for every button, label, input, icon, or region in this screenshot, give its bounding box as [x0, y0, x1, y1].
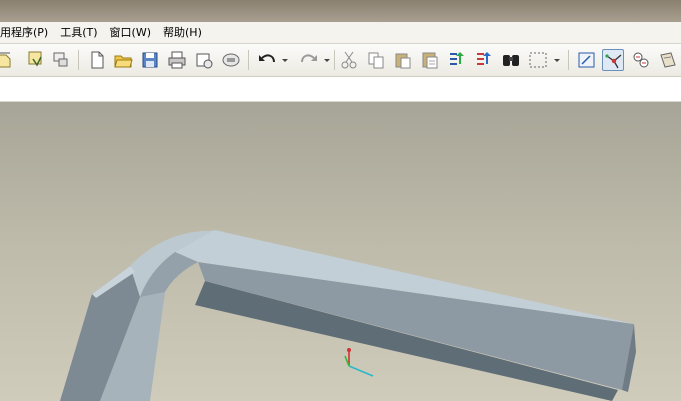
menu-tools[interactable]: 工具(T) [54, 22, 103, 43]
main-toolbar [0, 44, 681, 77]
window-title-bar [0, 0, 681, 22]
open-icon[interactable] [112, 49, 134, 71]
undo-icon[interactable] [256, 49, 278, 71]
find-icon[interactable] [500, 49, 522, 71]
menu-help[interactable]: 帮助(H) [157, 22, 208, 43]
copy-icon[interactable] [365, 49, 387, 71]
view-drawing-icon[interactable] [50, 49, 72, 71]
orient-icon[interactable] [630, 49, 652, 71]
redo-dropdown-icon[interactable] [322, 49, 332, 71]
spin-center-icon[interactable] [602, 49, 624, 71]
coordinate-triad-icon [344, 348, 374, 377]
select-box-icon[interactable] [527, 49, 549, 71]
new-icon[interactable] [86, 49, 108, 71]
redo-icon[interactable] [298, 49, 320, 71]
secondary-toolbar [0, 77, 681, 102]
email-icon[interactable] [193, 49, 215, 71]
regenerate-manager-icon[interactable] [473, 49, 495, 71]
view-manager-icon[interactable] [657, 49, 679, 71]
model-viewport[interactable] [0, 102, 681, 401]
view-assembly-icon[interactable] [25, 49, 47, 71]
paste-special-icon[interactable] [419, 49, 441, 71]
allen-wrench-model [60, 230, 636, 401]
select-dropdown-icon[interactable] [552, 49, 562, 71]
view-part-icon[interactable] [0, 49, 16, 71]
repaint-icon[interactable] [576, 49, 598, 71]
regenerate-icon[interactable] [446, 49, 468, 71]
menu-applications[interactable]: 用程序(P) [0, 22, 54, 43]
menu-window[interactable]: 窗口(W) [104, 22, 157, 43]
undo-dropdown-icon[interactable] [280, 49, 290, 71]
menu-bar: 用程序(P) 工具(T) 窗口(W) 帮助(H) [0, 22, 681, 44]
mapkey-icon[interactable] [220, 49, 242, 71]
save-icon[interactable] [139, 49, 161, 71]
cut-icon[interactable] [338, 49, 360, 71]
paste-icon[interactable] [392, 49, 414, 71]
print-icon[interactable] [166, 49, 188, 71]
